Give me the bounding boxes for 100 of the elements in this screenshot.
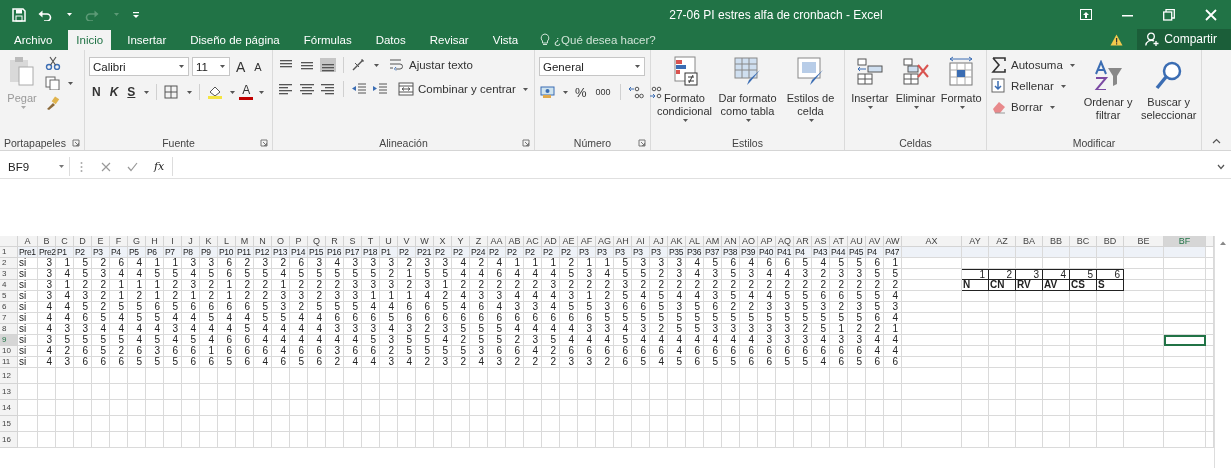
align-center-icon[interactable] bbox=[299, 82, 315, 96]
increase-decimal-icon[interactable] bbox=[627, 85, 644, 99]
row-header[interactable]: 14 bbox=[0, 400, 18, 416]
row-header[interactable]: 2 bbox=[0, 258, 18, 269]
expand-formula-icon[interactable] bbox=[1217, 163, 1225, 170]
align-bottom-icon[interactable] bbox=[320, 58, 336, 72]
paintbrush-icon[interactable] bbox=[45, 96, 61, 110]
font-size-field[interactable]: 11 bbox=[192, 57, 230, 76]
scroll-up-icon[interactable] bbox=[1219, 240, 1227, 246]
ribbon-button[interactable]: Autosuma bbox=[991, 57, 1076, 73]
row-header[interactable]: 13 bbox=[0, 384, 18, 400]
column-header[interactable]: BF bbox=[1164, 236, 1206, 247]
customize-icon[interactable] bbox=[132, 10, 140, 19]
decrease-indent-icon[interactable] bbox=[351, 82, 367, 96]
caret-icon[interactable] bbox=[808, 118, 815, 123]
caret-icon[interactable] bbox=[1068, 62, 1076, 68]
caret-icon[interactable] bbox=[58, 164, 65, 169]
column-header[interactable]: A bbox=[18, 236, 38, 247]
dialog-launcher-icon[interactable] bbox=[260, 139, 268, 147]
orientation-icon[interactable] bbox=[351, 58, 367, 72]
row-header[interactable]: 9 bbox=[0, 335, 18, 346]
ribbon-tab[interactable]: Insertar bbox=[119, 31, 175, 50]
caret-icon[interactable] bbox=[258, 89, 266, 95]
font-name-field[interactable]: Calibri bbox=[89, 57, 189, 76]
caret-icon[interactable] bbox=[186, 89, 194, 95]
ribbon-button[interactable]: Dar formato como tabla bbox=[718, 54, 777, 123]
font-color-button[interactable]: A bbox=[239, 84, 254, 100]
row-header[interactable]: 15 bbox=[0, 416, 18, 432]
ribbon-tab[interactable]: Inicio bbox=[68, 30, 112, 50]
row-header[interactable]: 4 bbox=[0, 280, 18, 291]
column-header[interactable]: AX bbox=[902, 236, 962, 247]
dialog-launcher-icon[interactable] bbox=[72, 139, 80, 147]
ribbon-button[interactable]: Insertar bbox=[849, 54, 891, 110]
grow-font-button[interactable]: A bbox=[233, 58, 249, 75]
row-header[interactable]: 11 bbox=[0, 357, 18, 368]
caret-icon[interactable] bbox=[562, 89, 569, 95]
ribbon-tab[interactable]: Archivo bbox=[6, 31, 61, 50]
ribbon-button[interactable]: Formato bbox=[940, 54, 982, 110]
merge-center-button[interactable]: Combinar y centrar bbox=[398, 82, 529, 96]
caret-icon[interactable] bbox=[521, 86, 529, 92]
row-header[interactable]: 8 bbox=[0, 324, 18, 335]
selected-cell[interactable] bbox=[1164, 335, 1206, 346]
ribbon-button[interactable]: Formato condicional bbox=[655, 54, 714, 123]
column-header[interactable]: T bbox=[362, 236, 380, 247]
check-icon[interactable] bbox=[127, 161, 138, 172]
caret-icon[interactable] bbox=[745, 118, 752, 123]
fill-color-icon[interactable] bbox=[207, 85, 224, 99]
column-header[interactable]: Y bbox=[452, 236, 470, 247]
thousands-button[interactable]: 000 bbox=[592, 87, 614, 97]
collapse-ribbon-icon[interactable] bbox=[1212, 138, 1221, 144]
row-header[interactable]: 16 bbox=[0, 432, 18, 448]
save-icon[interactable] bbox=[12, 7, 26, 22]
ribbon-tab[interactable]: Diseño de página bbox=[182, 31, 288, 50]
column-header[interactable]: J bbox=[182, 236, 200, 247]
row-header[interactable]: 6 bbox=[0, 302, 18, 313]
caret-icon[interactable] bbox=[229, 89, 237, 95]
column-header[interactable]: F bbox=[110, 236, 128, 247]
ribbon-button[interactable]: Buscar y seleccionar bbox=[1140, 54, 1197, 122]
caret-icon[interactable] bbox=[913, 105, 920, 110]
caret-icon[interactable] bbox=[67, 80, 74, 86]
caret-icon[interactable] bbox=[178, 64, 185, 69]
caret-icon[interactable] bbox=[682, 118, 689, 123]
align-left-icon[interactable] bbox=[278, 82, 294, 96]
number-format-field[interactable]: General bbox=[539, 57, 645, 76]
caret-icon[interactable] bbox=[143, 89, 151, 95]
ribbon-display-icon[interactable] bbox=[1080, 9, 1092, 20]
ribbon-tab[interactable]: Fórmulas bbox=[295, 31, 360, 50]
row-header[interactable]: 5 bbox=[0, 291, 18, 302]
column-header[interactable]: Z bbox=[470, 236, 488, 247]
row-header[interactable]: 12 bbox=[0, 368, 18, 384]
close-icon[interactable] bbox=[1205, 8, 1217, 21]
warning-icon[interactable] bbox=[1110, 34, 1124, 46]
caret-icon[interactable] bbox=[867, 105, 875, 110]
align-right-icon[interactable] bbox=[320, 82, 336, 96]
caret-icon[interactable] bbox=[1048, 104, 1056, 110]
currency-icon[interactable] bbox=[540, 85, 556, 99]
dialog-launcher-icon[interactable] bbox=[522, 139, 530, 147]
underline-button[interactable]: S bbox=[124, 85, 139, 99]
copy-icon[interactable] bbox=[45, 76, 61, 90]
caret-icon[interactable] bbox=[634, 64, 641, 69]
borders-icon[interactable] bbox=[164, 85, 181, 99]
restore-icon[interactable] bbox=[1163, 8, 1175, 21]
caret-icon[interactable] bbox=[958, 105, 966, 110]
column-header[interactable]: I bbox=[164, 236, 182, 247]
ribbon-button[interactable]: Ordenar y filtrar bbox=[1079, 54, 1137, 122]
ribbon-button[interactable]: Rellenar bbox=[991, 78, 1076, 94]
scissors-icon[interactable] bbox=[45, 56, 61, 70]
row-header[interactable]: 10 bbox=[0, 346, 18, 357]
row-header[interactable]: 3 bbox=[0, 269, 18, 280]
ribbon-tab[interactable]: Revisar bbox=[421, 31, 477, 50]
ribbon-button[interactable]: Borrar bbox=[991, 99, 1076, 115]
italic-button[interactable]: K bbox=[106, 85, 122, 99]
bold-button[interactable]: N bbox=[89, 85, 104, 99]
ribbon-tab[interactable]: Vista bbox=[484, 31, 527, 50]
wrap-text-button[interactable]: Ajustar texto bbox=[389, 58, 473, 72]
shrink-font-button[interactable]: A bbox=[251, 60, 265, 73]
ribbon-button[interactable]: Eliminar bbox=[894, 54, 937, 110]
percent-button[interactable]: % bbox=[572, 84, 590, 100]
ribbon-tab[interactable]: Datos bbox=[367, 31, 414, 50]
caret-icon[interactable] bbox=[219, 64, 226, 69]
